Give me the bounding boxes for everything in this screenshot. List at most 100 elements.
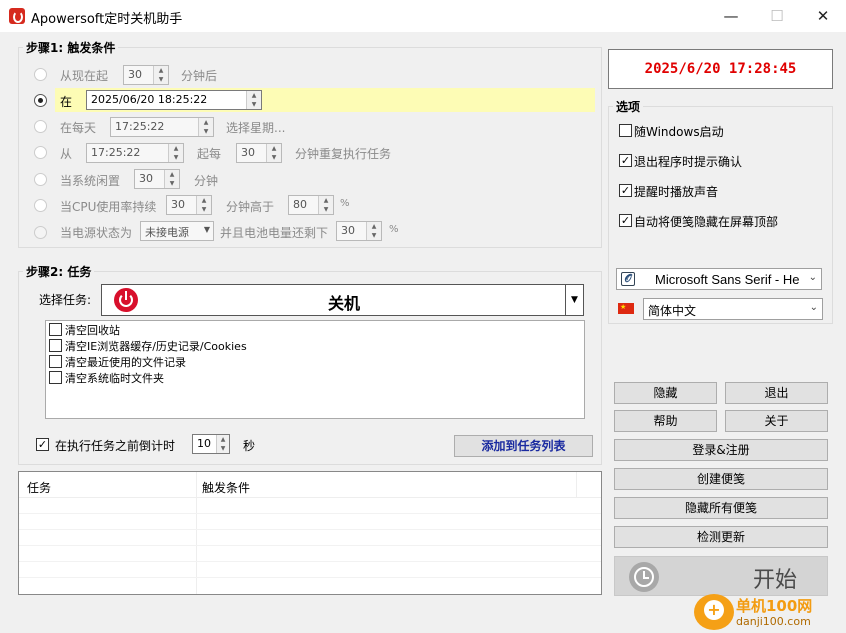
from-label: 从 (60, 147, 73, 161)
power-mid-label: 并且电池电量还剩下 (220, 226, 329, 240)
font-icon: 𝒪 (621, 272, 635, 286)
spin-arrows-icon[interactable]: ▲ ▼ (164, 170, 179, 188)
start-button[interactable]: 开始 (614, 556, 828, 596)
close-button[interactable]: ✕ (800, 0, 846, 32)
current-datetime: 2025/6/20 17:28:45 (608, 49, 833, 89)
exit-button[interactable]: 退出 (725, 382, 828, 404)
option-checkbox-2[interactable]: ✓ (619, 184, 632, 197)
radio-power[interactable] (34, 226, 47, 239)
chevron-down-icon: ▼ (203, 225, 210, 234)
check-update-button[interactable]: 检测更新 (614, 526, 828, 548)
create-note-button[interactable]: 创建便笺 (614, 468, 828, 490)
task-value: 关机 (328, 294, 361, 313)
spin-arrows-icon[interactable]: ▲ ▼ (198, 118, 213, 136)
maximize-button[interactable]: ☐ (754, 0, 800, 32)
subtask-checkbox-3[interactable] (49, 371, 62, 384)
chevron-down-icon: ⌄ (809, 302, 818, 313)
battery-value: 30 (341, 224, 355, 237)
radio-from[interactable] (34, 146, 47, 159)
about-button[interactable]: 关于 (725, 410, 828, 432)
title-bar: Apowersoft定时关机助手 — ☐ ✕ (0, 0, 846, 32)
from-time-picker[interactable]: 17:25:22 ▲ ▼ (86, 143, 184, 163)
language-value: 简体中文 (648, 304, 697, 318)
radio-daily[interactable] (34, 120, 47, 133)
daily-time-picker[interactable]: 17:25:22 ▲ ▼ (110, 117, 214, 137)
window-title: Apowersoft定时关机助手 (31, 12, 183, 27)
option-label-3: 自动将便笺隐藏在屏幕顶部 (634, 215, 779, 229)
subtask-checkbox-1[interactable] (49, 339, 62, 352)
countdown-seconds[interactable]: 10 ▲ ▼ (192, 434, 230, 454)
option-label-0: 随Windows启动 (634, 125, 724, 139)
select-week-button[interactable]: 选择星期... (226, 119, 285, 136)
spin-arrows-icon[interactable]: ▲ ▼ (266, 144, 281, 162)
spin-arrows-icon[interactable]: ▲ ▼ (168, 144, 183, 162)
every-label: 起每 (197, 147, 222, 161)
cpu-label: 当CPU使用率持续 (60, 200, 157, 214)
daily-time-value: 17:25:22 (115, 120, 165, 133)
option-label-1: 退出程序时提示确认 (634, 155, 743, 169)
add-to-task-list-button[interactable]: 添加到任务列表 (454, 435, 593, 457)
font-select[interactable]: 𝒪 Microsoft Sans Serif - He ⌄ (616, 268, 822, 290)
at-datetime-picker[interactable]: 2025/06/20 18:25:22 ▲ ▼ (86, 90, 262, 110)
countdown-checkbox[interactable]: ✓ (36, 438, 49, 451)
font-value: Microsoft Sans Serif - He (655, 272, 800, 287)
column-task[interactable]: 任务 (27, 479, 51, 496)
hide-button[interactable]: 隐藏 (614, 382, 717, 404)
chevron-down-icon: ⌄ (808, 272, 817, 283)
task-select[interactable]: 关机 ▼ (101, 284, 584, 316)
option-checkbox-0[interactable] (619, 124, 632, 137)
radio-from-now[interactable] (34, 68, 47, 81)
cpu-minutes[interactable]: 30 ▲ ▼ (166, 195, 212, 215)
idle-minutes[interactable]: 30 ▲ ▼ (134, 169, 180, 189)
subtask-label-2: 清空最近使用的文件记录 (65, 356, 186, 369)
cpu-percent[interactable]: 80 ▲ ▼ (288, 195, 334, 215)
minimize-button[interactable]: — (708, 0, 754, 32)
spin-arrows-icon[interactable]: ▲ ▼ (153, 66, 168, 84)
spin-arrows-icon[interactable]: ▲ ▼ (246, 91, 261, 109)
power-state-select[interactable]: 未接电源 ▼ (140, 221, 214, 241)
cpu-percent-sign: % (340, 198, 350, 209)
radio-cpu[interactable] (34, 199, 47, 212)
every-minutes[interactable]: 30 ▲ ▼ (236, 143, 282, 163)
watermark-text: 单机100网 (736, 597, 813, 615)
login-register-button[interactable]: 登录&注册 (614, 439, 828, 461)
from-now-value: 30 (128, 68, 142, 81)
subtask-list: 清空回收站 清空IE浏览器缓存/历史记录/Cookies 清空最近使用的文件记录 清空… (45, 320, 585, 419)
power-icon (114, 288, 138, 312)
power-state-value: 未接电源 (145, 226, 189, 239)
spin-arrows-icon[interactable]: ▲ ▼ (318, 196, 333, 214)
battery-percent[interactable]: 30 ▲ ▼ (336, 221, 382, 241)
from-now-minutes[interactable]: 30 ▲ ▼ (123, 65, 169, 85)
cpu-minutes-value: 30 (171, 198, 185, 211)
spin-arrows-icon[interactable]: ▲ ▼ (196, 196, 211, 214)
start-label: 开始 (753, 568, 798, 593)
option-checkbox-3[interactable]: ✓ (619, 214, 632, 227)
option-checkbox-1[interactable]: ✓ (619, 154, 632, 167)
at-datetime-value: 2025/06/20 18:25:22 (91, 93, 208, 106)
watermark-logo-icon: + (694, 594, 734, 630)
subtask-label-0: 清空回收站 (65, 324, 120, 337)
spin-arrows-icon[interactable]: ▲ ▼ (366, 222, 381, 240)
app-icon (9, 8, 25, 24)
repeat-suffix: 分钟重复执行任务 (295, 147, 392, 161)
subtask-checkbox-0[interactable] (49, 323, 62, 336)
language-select[interactable]: 简体中文 ⌄ (643, 298, 823, 320)
step2-legend: 步骤2: 任务 (23, 263, 95, 280)
radio-idle[interactable] (34, 173, 47, 186)
help-button[interactable]: 帮助 (614, 410, 717, 432)
power-label: 当电源状态为 (60, 226, 133, 240)
hide-all-notes-button[interactable]: 隐藏所有便笺 (614, 497, 828, 519)
clock-icon (629, 562, 659, 592)
cpu-mid-label: 分钟高于 (226, 200, 275, 214)
subtask-checkbox-2[interactable] (49, 355, 62, 368)
battery-percent-sign: % (389, 224, 399, 235)
from-time-value: 17:25:22 (91, 146, 141, 159)
watermark-url: danji100.com (736, 615, 811, 628)
radio-at[interactable] (34, 94, 47, 107)
select-task-label: 选择任务: (39, 293, 92, 307)
column-trigger[interactable]: 触发条件 (202, 479, 250, 496)
every-value: 30 (241, 146, 255, 159)
spin-arrows-icon[interactable]: ▲ ▼ (216, 435, 229, 453)
china-flag-icon: ★ (618, 303, 634, 314)
chevron-down-icon[interactable]: ▼ (565, 285, 583, 315)
